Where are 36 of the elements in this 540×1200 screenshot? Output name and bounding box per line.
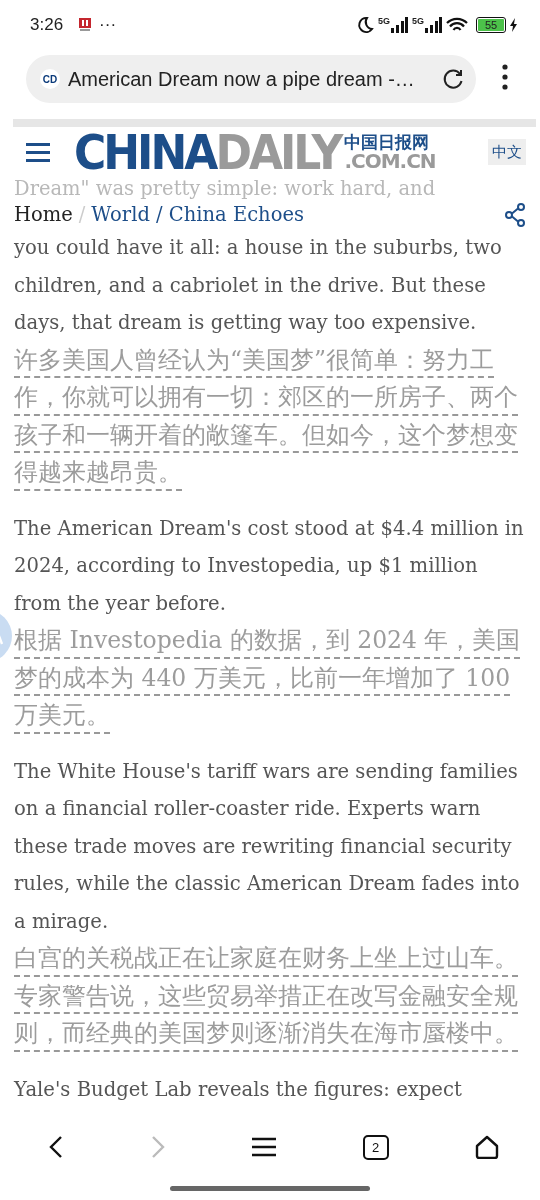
- more-options-icon[interactable]: [502, 63, 508, 90]
- translated-paragraph: 白宫的关税战正在让家庭在财务上坐上过山车。专家警告说，这些贸易举措正在改写金融安全规则，而经典的美国梦则逐渐消失在海市蜃楼中。: [14, 943, 519, 1049]
- article-paragraph: The American Dream's cost stood at $4.4 million in 2024, according to Investopedia, up $1 million from the year before.: [14, 515, 525, 617]
- menu-icon[interactable]: [26, 142, 50, 162]
- address-bar[interactable]: CD American Dream now a pipe dream -…: [26, 55, 476, 103]
- language-button[interactable]: 中文: [488, 138, 526, 166]
- network-type-label: 5G: [412, 17, 424, 26]
- breadcrumb-item[interactable]: Home: [14, 201, 73, 229]
- app-notification-icon: [79, 18, 92, 32]
- wifi-icon: [446, 17, 468, 33]
- network-type-label: 5G: [377, 17, 390, 26]
- article-paragraph: The White House's tariff wars are sending families on a financial roller-coaster ride. Experts warn these trade moves are rewriting financial security rules, while the classic American Dream fades into a mirage.: [14, 758, 521, 935]
- site-favicon: CD: [40, 69, 60, 89]
- moon-icon: [355, 16, 374, 34]
- more-notifications-indicator: ···: [99, 14, 117, 37]
- reload-icon[interactable]: [442, 68, 464, 90]
- back-button[interactable]: [48, 1135, 64, 1159]
- home-icon: [474, 1135, 500, 1159]
- clock: 3:26: [30, 14, 64, 37]
- menu-icon: [251, 1135, 277, 1159]
- home-button[interactable]: [474, 1135, 500, 1159]
- translated-paragraph: 根据 Investopedia 的数据，到 2024 年，美国梦的成本为 440 万美元，比前一年增加了 100 万美元。: [14, 625, 522, 731]
- page-title: American Dream now a pipe dream -…: [68, 67, 416, 92]
- charging-icon: [510, 18, 518, 32]
- faded-article-text: Dream" was pretty simple: work hard, and: [13, 177, 437, 201]
- tabs-button[interactable]: 2: [362, 1134, 389, 1160]
- breadcrumb-separator: /: [78, 202, 86, 228]
- article-paragraph: you could have it all: a house in the suburbs, two children, and a cabriolet in the drive. But these days, that dream is getting way too expensive.: [14, 235, 503, 336]
- article-paragraph: Yale's Budget Lab reveals the figures: expect: [14, 1076, 463, 1103]
- battery-level-label: 55: [478, 19, 504, 31]
- share-icon[interactable]: [504, 203, 526, 227]
- translated-paragraph: 许多美国人曾经认为“美国梦”很简单：努力工作，你就可以拥有一切：郊区的一所房子、两个孩子和一辆开着的敞篷车。但如今，这个梦想变得越来越昂贵。: [14, 344, 519, 488]
- menu-button[interactable]: [251, 1135, 277, 1159]
- signal-icon: [424, 17, 442, 33]
- breadcrumb-link[interactable]: World / China Echoes: [91, 201, 304, 229]
- signal-icon: [390, 17, 408, 33]
